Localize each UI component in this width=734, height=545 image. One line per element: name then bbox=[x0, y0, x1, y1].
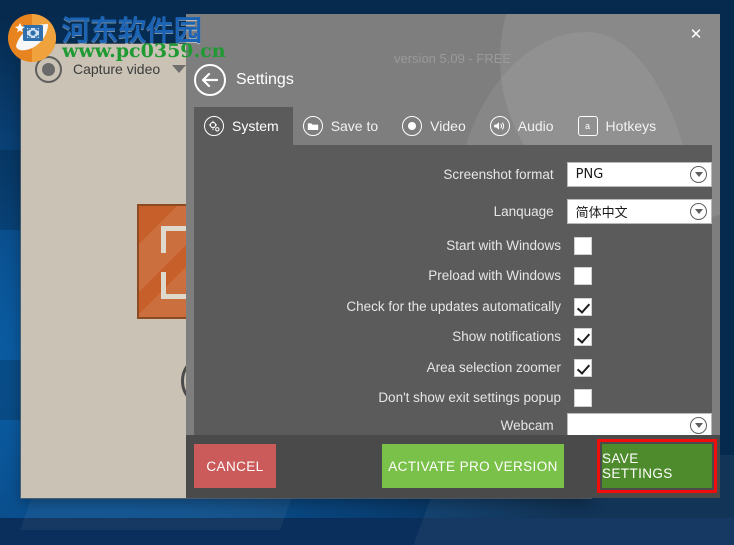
start-with-windows-checkbox[interactable] bbox=[574, 236, 592, 255]
capture-video-button[interactable]: Capture video bbox=[35, 54, 187, 84]
chevron-down-icon[interactable] bbox=[172, 65, 187, 73]
row-label: Start with Windows bbox=[446, 238, 561, 253]
version-label: version 5.09 - FREE bbox=[394, 51, 512, 66]
row-label: Area selection zoomer bbox=[426, 360, 561, 375]
save-settings-button[interactable]: SAVE SETTINGS bbox=[602, 444, 712, 488]
dropdown-value: PNG bbox=[575, 167, 604, 182]
tab-video[interactable]: Video bbox=[392, 107, 480, 145]
row-label: Screenshot format bbox=[443, 167, 554, 182]
settings-panel: Screenshot format PNG Lanquage 简体中文 Star… bbox=[194, 145, 712, 438]
tab-hotkeys[interactable]: a Hotkeys bbox=[568, 107, 671, 145]
tab-audio[interactable]: Audio bbox=[480, 107, 568, 145]
row-label: Preload with Windows bbox=[428, 268, 561, 283]
record-icon bbox=[402, 116, 423, 136]
preload-with-windows-checkbox[interactable] bbox=[574, 266, 592, 285]
tab-label: Audio bbox=[517, 118, 554, 134]
cancel-button[interactable]: CANCEL bbox=[194, 444, 276, 488]
setting-row-preload-with-windows: Preload with Windows bbox=[194, 261, 712, 290]
row-label: Don't show exit settings popup bbox=[378, 390, 561, 405]
setting-row-screenshot-format: Screenshot format PNG bbox=[194, 160, 712, 189]
setting-row-show-notifications: Show notifications bbox=[194, 322, 712, 351]
chevron-down-icon bbox=[690, 203, 707, 220]
dropdown-value: 简体中文 bbox=[575, 206, 628, 221]
gears-icon bbox=[204, 116, 224, 136]
area-selection-zoomer-checkbox[interactable] bbox=[574, 358, 592, 377]
tab-label: Hotkeys bbox=[605, 118, 657, 134]
page-title: Settings bbox=[236, 71, 294, 88]
tab-save-to[interactable]: Save to bbox=[293, 107, 392, 145]
tab-label: Save to bbox=[330, 118, 379, 134]
show-notifications-checkbox[interactable] bbox=[574, 327, 592, 346]
tab-label: Video bbox=[430, 118, 466, 134]
back-arrow-icon[interactable] bbox=[194, 64, 226, 96]
settings-dialog: ✕ version 5.09 - FREE Settings System Sa… bbox=[186, 14, 720, 498]
chevron-down-icon bbox=[690, 417, 707, 434]
speaker-icon bbox=[489, 116, 510, 136]
row-label: Check for the updates automatically bbox=[346, 299, 561, 314]
dont-show-exit-popup-checkbox[interactable] bbox=[574, 388, 592, 407]
capture-video-label: Capture video bbox=[73, 61, 161, 77]
row-label: Webcam bbox=[500, 418, 554, 433]
settings-header: Settings bbox=[194, 64, 294, 96]
folder-icon bbox=[302, 116, 323, 136]
row-label: Show notifications bbox=[452, 329, 561, 344]
setting-row-check-updates: Check for the updates automatically bbox=[194, 292, 712, 321]
setting-row-language: Lanquage 简体中文 bbox=[194, 197, 712, 226]
setting-row-start-with-windows: Start with Windows bbox=[194, 231, 712, 260]
tab-system[interactable]: System bbox=[194, 107, 293, 145]
setting-row-area-selection-zoomer: Area selection zoomer bbox=[194, 353, 712, 382]
settings-tab-bar: System Save to Video Audio a Hotkeys bbox=[194, 107, 670, 145]
language-dropdown[interactable]: 简体中文 bbox=[566, 199, 712, 224]
setting-row-exit-popup: Don't show exit settings popup bbox=[194, 383, 712, 412]
settings-footer: CANCEL ACTIVATE PRO VERSION SAVE SETTING… bbox=[186, 435, 720, 498]
close-icon[interactable]: ✕ bbox=[684, 24, 708, 46]
screenshot-format-dropdown[interactable]: PNG bbox=[566, 162, 712, 187]
chevron-down-icon bbox=[690, 166, 707, 183]
keyboard-a-icon: a bbox=[577, 116, 598, 136]
record-dot-icon bbox=[35, 55, 62, 83]
tab-label: System bbox=[232, 118, 279, 134]
check-updates-checkbox[interactable] bbox=[574, 297, 592, 316]
row-label: Lanquage bbox=[493, 204, 554, 219]
activate-pro-version-button[interactable]: ACTIVATE PRO VERSION bbox=[382, 444, 564, 488]
